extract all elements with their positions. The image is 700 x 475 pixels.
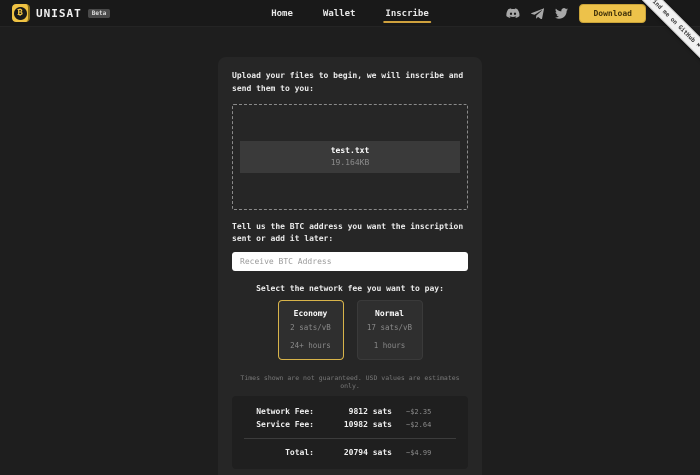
discord-icon[interactable] [506, 8, 520, 19]
beta-badge: Beta [88, 9, 110, 18]
fee-option-rate: 17 sats/vB [362, 323, 418, 332]
file-name: test.txt [240, 146, 460, 155]
total-fee-row: Total: 20794 sats ~$4.99 [244, 448, 456, 457]
intro-text: Upload your files to begin, we will insc… [232, 70, 468, 96]
fee-option-normal[interactable]: Normal 17 sats/vB 1 hours [357, 300, 423, 360]
fee-option-time: 1 hours [362, 341, 418, 350]
fee-option-economy[interactable]: Economy 2 sats/vB 24+ hours [278, 300, 344, 360]
fee-options: Economy 2 sats/vB 24+ hours Normal 17 sa… [232, 300, 468, 360]
inscribe-panel: Upload your files to begin, we will insc… [218, 57, 482, 475]
twitter-icon[interactable] [555, 8, 568, 19]
file-upload-dropzone[interactable]: test.txt 19.164KB [232, 104, 468, 210]
btc-address-input[interactable] [232, 252, 468, 271]
service-fee-row: Service Fee: 10982 sats ~$2.64 [244, 420, 456, 429]
fee-prompt: Select the network fee you want to pay: [232, 284, 468, 293]
brand[interactable]: ₿ UNISAT Beta [12, 4, 110, 22]
total-usd: ~$4.99 [406, 449, 431, 457]
network-fee-sats: 9812 sats [314, 407, 392, 416]
nav-item-home[interactable]: Home [271, 0, 293, 27]
total-label: Total: [244, 448, 314, 457]
network-fee-row: Network Fee: 9812 sats ~$2.35 [244, 407, 456, 416]
file-size: 19.164KB [240, 158, 460, 167]
uploaded-file-row[interactable]: test.txt 19.164KB [240, 141, 460, 173]
fee-divider [244, 438, 456, 439]
network-fee-usd: ~$2.35 [406, 408, 431, 416]
fee-option-name: Normal [362, 309, 418, 318]
fee-option-rate: 2 sats/vB [283, 323, 339, 332]
address-prompt: Tell us the BTC address you want the ins… [232, 221, 468, 247]
telegram-icon[interactable] [531, 8, 544, 19]
nav-item-inscribe[interactable]: Inscribe [385, 0, 428, 27]
github-ribbon[interactable]: Find me on GitHub ⚑ [630, 0, 700, 70]
service-fee-label: Service Fee: [244, 420, 314, 429]
flag-icon: ⚑ [694, 42, 700, 50]
network-fee-label: Network Fee: [244, 407, 314, 416]
ribbon-text: Find me on GitHub [648, 0, 696, 44]
brand-name: UNISAT [36, 7, 82, 20]
fee-option-time: 24+ hours [283, 341, 339, 350]
fee-disclaimer: Times shown are not guaranteed. USD valu… [232, 374, 468, 390]
bitcoin-icon: ₿ [14, 7, 27, 20]
service-fee-sats: 10982 sats [314, 420, 392, 429]
unisat-logo-icon: ₿ [12, 4, 30, 22]
fee-option-name: Economy [283, 309, 339, 318]
total-sats: 20794 sats [314, 448, 392, 457]
service-fee-usd: ~$2.64 [406, 421, 431, 429]
corner-ribbon: Find me on GitHub ⚑ [630, 0, 700, 70]
fee-summary: Network Fee: 9812 sats ~$2.35 Service Fe… [232, 396, 468, 469]
top-navbar: ₿ UNISAT Beta Home Wallet Inscribe Downl… [0, 0, 700, 27]
nav-item-wallet[interactable]: Wallet [323, 0, 356, 27]
main-nav: Home Wallet Inscribe [271, 0, 429, 27]
